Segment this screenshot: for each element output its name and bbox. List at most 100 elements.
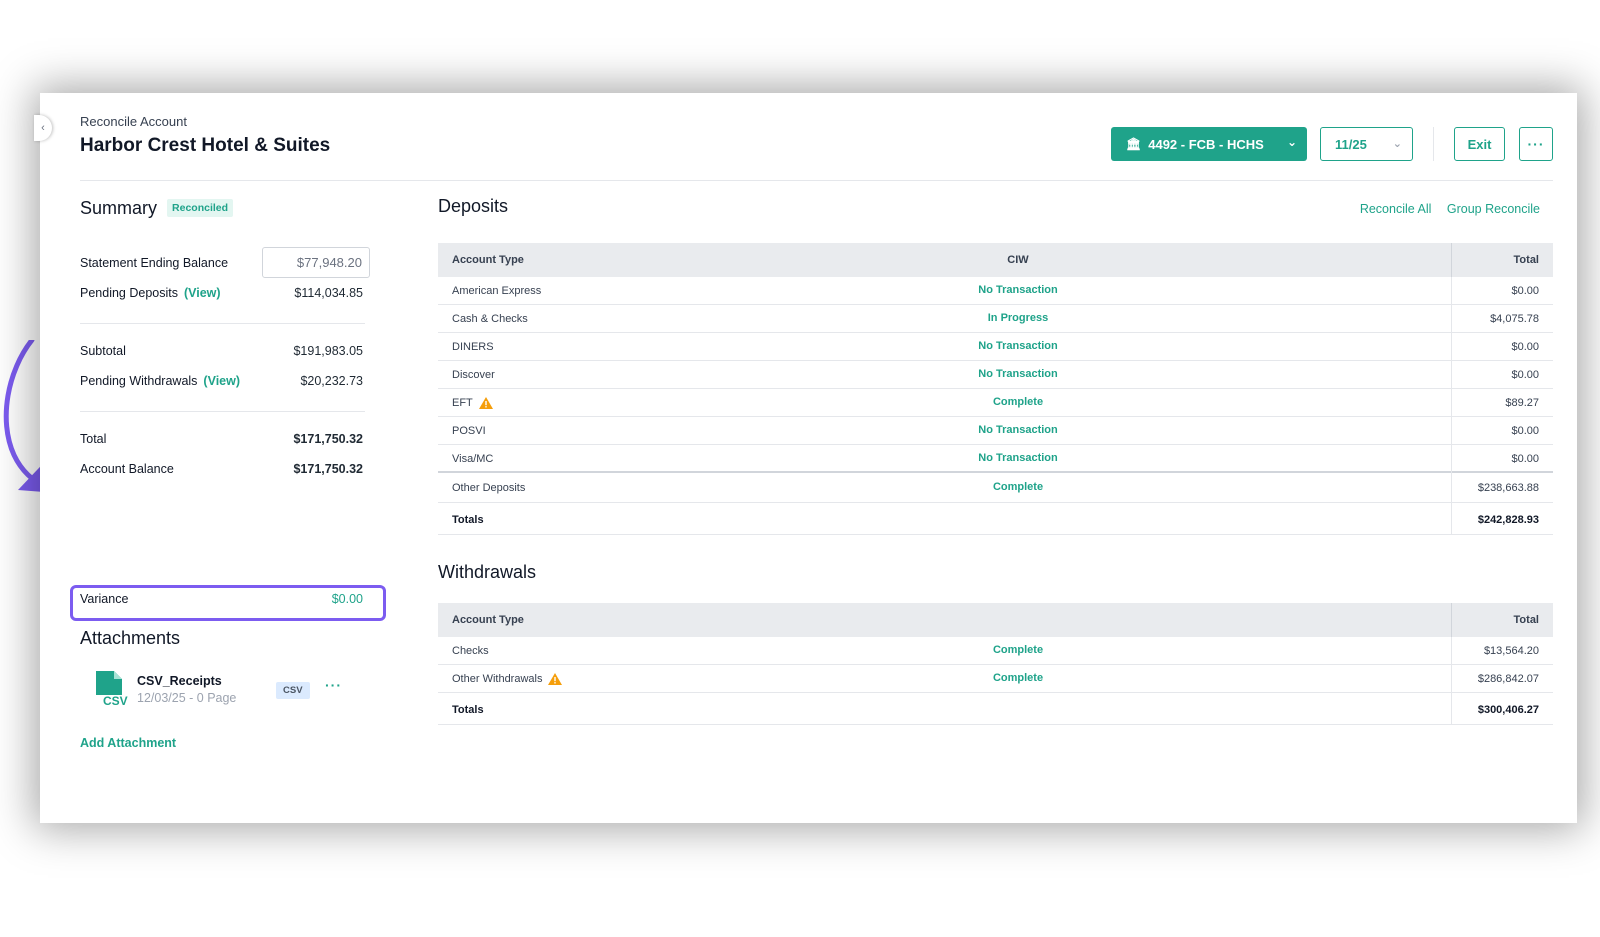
column-header-ciw: CIW xyxy=(1007,254,1029,266)
table-row[interactable]: DINERS No Transaction $0.00 xyxy=(438,333,1553,361)
attachment-more-button[interactable]: ··· xyxy=(325,677,342,693)
row-total: $0.00 xyxy=(1511,285,1539,297)
table-row[interactable]: Other Withdrawals Complete $286,842.07 xyxy=(438,665,1553,693)
account-balance-label: Account Balance xyxy=(80,462,174,476)
view-pending-withdrawals-link[interactable]: (View) xyxy=(203,374,240,388)
row-status[interactable]: No Transaction xyxy=(978,284,1057,296)
summary-header: Summary Reconciled xyxy=(80,193,370,223)
view-pending-deposits-link[interactable]: (View) xyxy=(184,286,221,300)
row-account-type: DINERS xyxy=(452,341,494,353)
row-total: $0.00 xyxy=(1511,453,1539,465)
attachment-name[interactable]: CSV_Receipts xyxy=(137,674,222,688)
row-account-type: POSVI xyxy=(452,425,486,437)
row-total: $13,564.20 xyxy=(1483,645,1539,657)
variance-value: $0.00 xyxy=(331,592,363,606)
withdrawals-table-header: Account Type Total xyxy=(438,603,1553,637)
column-divider xyxy=(1451,445,1452,473)
column-header-account-type: Account Type xyxy=(452,254,524,266)
totals-value: $242,828.93 xyxy=(1477,514,1539,526)
column-divider xyxy=(1451,637,1452,665)
column-divider xyxy=(1451,305,1452,333)
period-selector-label: 11/25 xyxy=(1335,136,1367,152)
column-header-total: Total xyxy=(1513,614,1539,626)
row-account-type-wrap: EFT xyxy=(452,397,493,409)
subtotal-label: Subtotal xyxy=(80,344,126,358)
deposits-actions: Reconcile All Group Reconcile xyxy=(1348,202,1540,216)
deposits-title: Deposits xyxy=(438,196,509,216)
totals-value: $300,406.27 xyxy=(1477,704,1539,716)
pending-deposits-row: Pending Deposits (View) $114,034.85 xyxy=(80,284,370,304)
row-status[interactable]: Complete xyxy=(993,481,1043,493)
row-total: $286,842.07 xyxy=(1477,673,1539,685)
add-attachment-link[interactable]: Add Attachment xyxy=(80,736,176,750)
warning-icon[interactable] xyxy=(478,397,493,409)
screenshot-stage: ‹ Reconcile Account Harbor Crest Hotel &… xyxy=(0,0,1600,937)
subtotal-row: Subtotal $191,983.05 xyxy=(80,342,370,362)
statement-ending-balance-label: Statement Ending Balance xyxy=(80,256,229,270)
collapse-tab[interactable]: ‹ xyxy=(34,115,52,141)
row-account-type: Other Deposits xyxy=(452,482,526,494)
row-status[interactable]: Complete xyxy=(993,396,1043,408)
column-divider xyxy=(1451,473,1452,503)
row-account-type: Discover xyxy=(452,369,495,381)
table-row[interactable]: Cash & Checks In Progress $4,075.78 xyxy=(438,305,1553,333)
attachments-title: Attachments xyxy=(80,628,181,648)
pending-withdrawals-label-wrap: Pending Withdrawals (View) xyxy=(80,374,240,388)
reconcile-all-link[interactable]: Reconcile All xyxy=(1360,202,1432,216)
summary-title: Summary xyxy=(80,197,158,218)
column-divider xyxy=(1451,417,1452,445)
pending-withdrawals-label: Pending Withdrawals xyxy=(80,374,198,388)
row-status[interactable]: Complete xyxy=(993,672,1043,684)
table-row[interactable]: EFT Complete $89.27 xyxy=(438,389,1553,417)
row-status[interactable]: In Progress xyxy=(988,312,1049,324)
table-row[interactable]: American Express No Transaction $0.00 xyxy=(438,277,1553,305)
chevron-down-icon: ⌄ xyxy=(1392,138,1402,150)
row-total: $89.27 xyxy=(1505,397,1539,409)
statement-ending-balance-row: Statement Ending Balance $77,948.20 xyxy=(80,247,370,278)
column-divider xyxy=(1451,693,1452,725)
more-options-button[interactable]: ··· xyxy=(1519,127,1553,161)
page-header: Reconcile Account Harbor Crest Hotel & S… xyxy=(80,111,1553,181)
pending-deposits-value: $114,034.85 xyxy=(294,286,363,300)
row-account-type: Visa/MC xyxy=(452,453,494,465)
account-balance-row: Account Balance $171,750.32 xyxy=(80,460,370,480)
account-selector[interactable]: 🏛 4492 - FCB - HCHS ⌄ xyxy=(1111,127,1307,161)
table-row[interactable]: Other Deposits Complete $238,663.88 xyxy=(438,473,1553,503)
row-status[interactable]: No Transaction xyxy=(978,424,1057,436)
breadcrumb: Reconcile Account xyxy=(80,114,187,129)
row-status[interactable]: No Transaction xyxy=(978,452,1057,464)
pending-withdrawals-value: $20,232.73 xyxy=(300,374,363,388)
header-divider xyxy=(1433,127,1434,161)
row-account-type: Checks xyxy=(452,645,489,657)
statement-ending-balance-input[interactable]: $77,948.20 xyxy=(262,247,370,278)
group-reconcile-link[interactable]: Group Reconcile xyxy=(1447,202,1540,216)
total-value: $171,750.32 xyxy=(293,432,363,446)
row-status[interactable]: No Transaction xyxy=(978,368,1057,380)
table-row[interactable]: Visa/MC No Transaction $0.00 xyxy=(438,445,1553,473)
table-row[interactable]: Discover No Transaction $0.00 xyxy=(438,361,1553,389)
row-total: $0.00 xyxy=(1511,425,1539,437)
row-status[interactable]: No Transaction xyxy=(978,340,1057,352)
period-selector[interactable]: 11/25 ⌄ xyxy=(1320,127,1413,161)
column-divider xyxy=(1451,389,1452,417)
total-row: Total $171,750.32 xyxy=(80,430,370,450)
column-divider xyxy=(1451,503,1452,535)
row-total: $0.00 xyxy=(1511,369,1539,381)
totals-label: Totals xyxy=(452,704,484,716)
warning-icon[interactable] xyxy=(548,673,563,685)
exit-button[interactable]: Exit xyxy=(1454,127,1505,161)
csv-file-icon[interactable]: CSV xyxy=(94,669,128,707)
row-account-type-wrap: Other Withdrawals xyxy=(452,673,563,685)
total-label: Total xyxy=(80,432,107,446)
column-header-total: Total xyxy=(1513,254,1539,266)
table-row[interactable]: POSVI No Transaction $0.00 xyxy=(438,417,1553,445)
withdrawals-title: Withdrawals xyxy=(438,562,537,582)
row-total: $4,075.78 xyxy=(1490,313,1539,325)
row-status[interactable]: Complete xyxy=(993,644,1043,656)
attachment-type-badge: CSV xyxy=(276,682,310,699)
pending-deposits-label-wrap: Pending Deposits (View) xyxy=(80,286,221,300)
column-header-account-type: Account Type xyxy=(452,614,524,626)
column-divider xyxy=(1451,333,1452,361)
table-row[interactable]: Checks Complete $13,564.20 xyxy=(438,637,1553,665)
subtotal-value: $191,983.05 xyxy=(293,344,363,358)
